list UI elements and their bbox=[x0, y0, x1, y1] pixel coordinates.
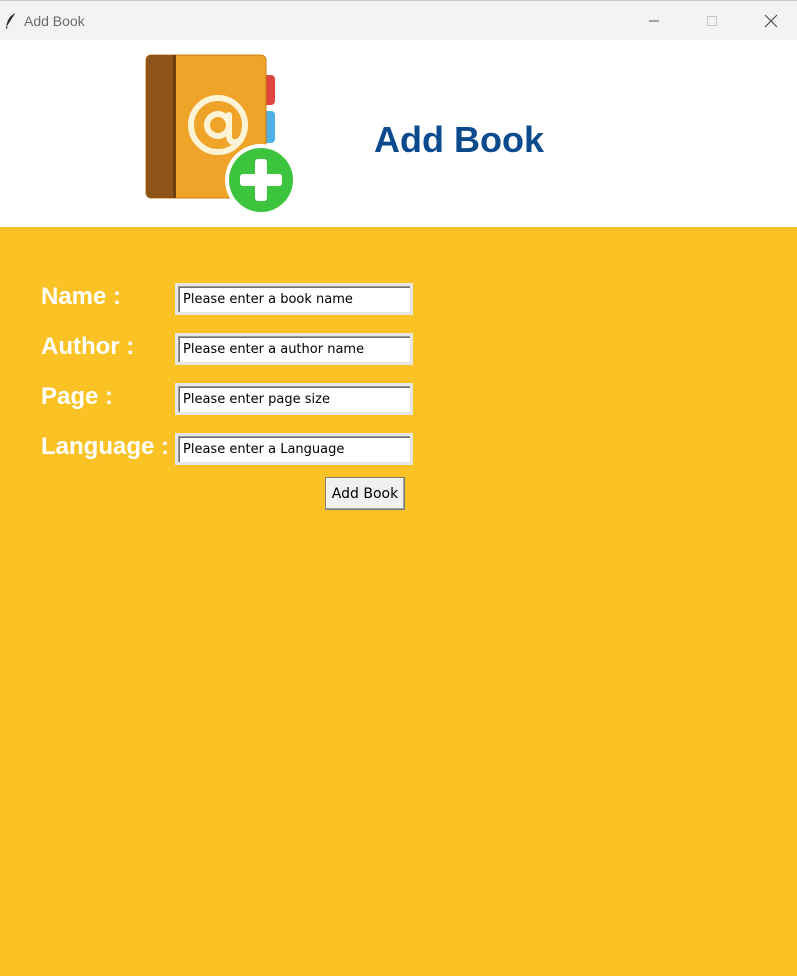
maximize-button[interactable] bbox=[683, 1, 741, 41]
close-button[interactable] bbox=[742, 1, 797, 41]
page-size-input[interactable] bbox=[175, 383, 413, 415]
minimize-button[interactable] bbox=[625, 1, 683, 41]
feather-icon bbox=[6, 12, 17, 29]
page-label: Page : bbox=[41, 383, 114, 410]
name-label: Name : bbox=[41, 283, 122, 310]
maximize-icon bbox=[707, 16, 717, 26]
window-titlebar[interactable]: Add Book bbox=[0, 0, 797, 40]
form-panel: Name : Author : Page : Language : Add Bo… bbox=[0, 227, 797, 976]
book-name-input[interactable] bbox=[175, 283, 413, 315]
add-book-button[interactable]: Add Book bbox=[325, 477, 405, 510]
window-title: Add Book bbox=[24, 13, 85, 29]
language-label: Language : bbox=[41, 433, 170, 460]
author-name-input[interactable] bbox=[175, 333, 413, 365]
minimize-icon bbox=[649, 20, 659, 22]
close-icon bbox=[764, 14, 778, 28]
language-input[interactable] bbox=[175, 433, 413, 465]
author-label: Author : bbox=[41, 333, 135, 360]
page-title: Add Book bbox=[374, 119, 544, 160]
header-banner: Add Book bbox=[0, 40, 797, 227]
address-book-add-icon bbox=[145, 54, 297, 216]
